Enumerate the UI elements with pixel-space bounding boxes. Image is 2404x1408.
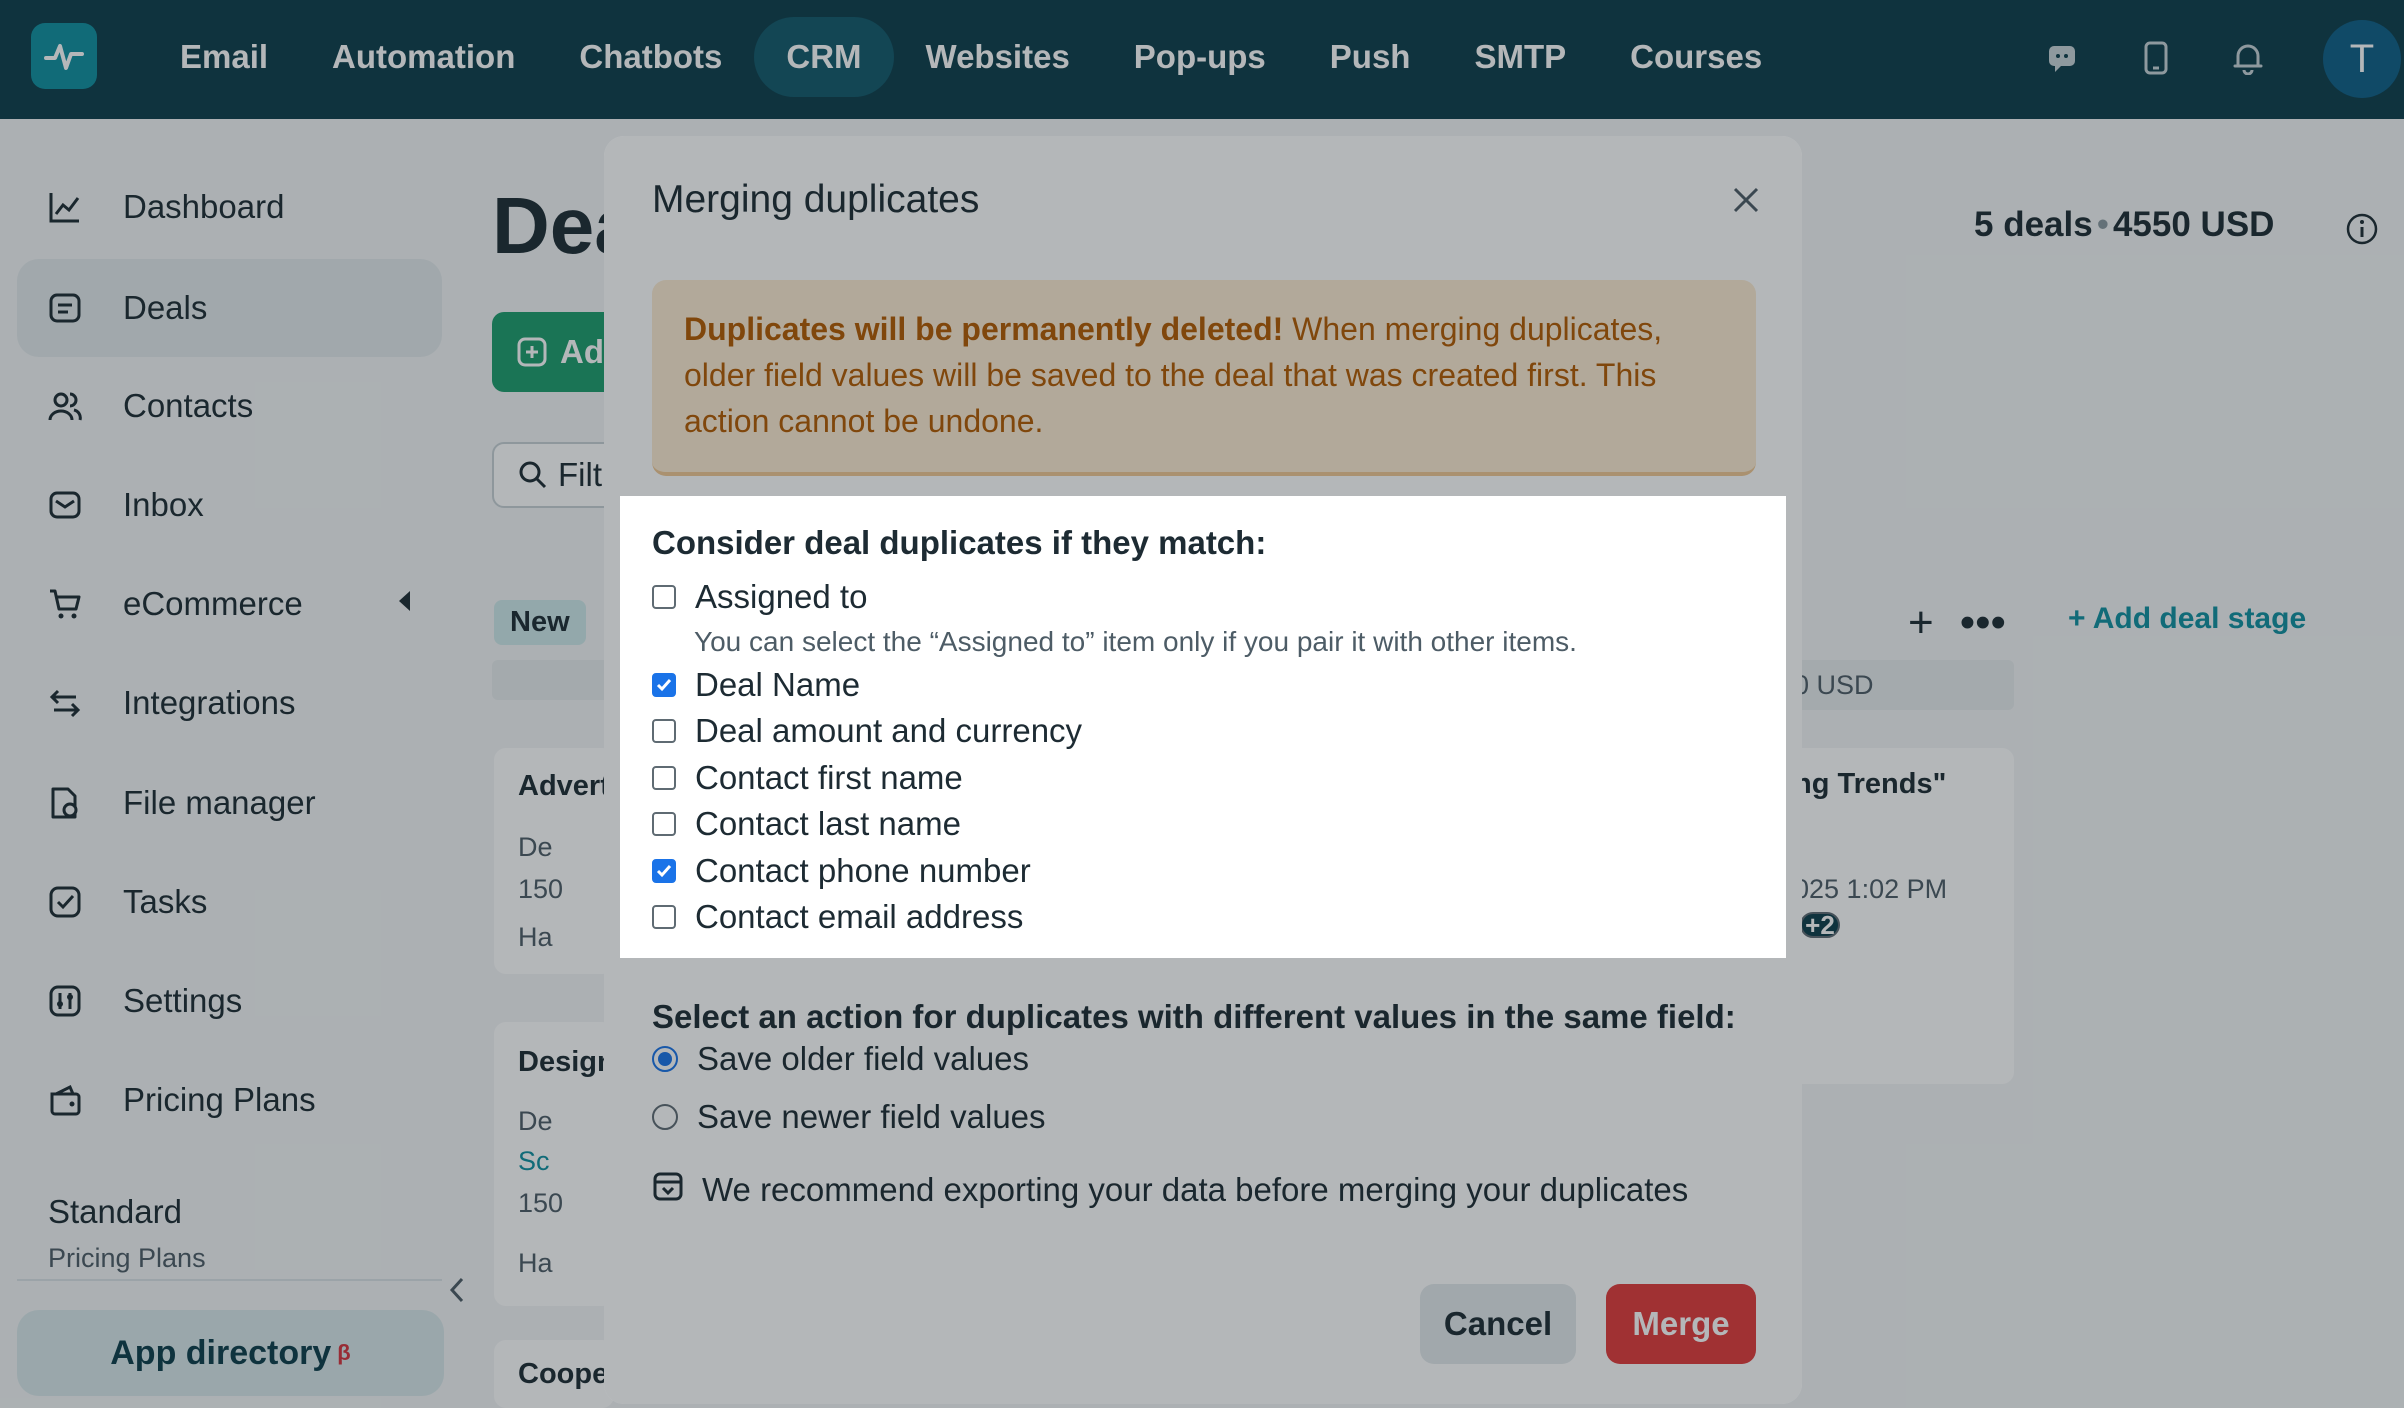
checkbox[interactable]	[652, 673, 676, 697]
option-contact-last-name[interactable]: Contact last name	[652, 805, 961, 843]
archive-icon	[652, 1170, 684, 1210]
option-label: Contact phone number	[695, 852, 1031, 889]
radio-save-older[interactable]: Save older field values	[652, 1040, 1029, 1078]
radio-label: Save older field values	[697, 1040, 1030, 1077]
option-deal-name[interactable]: Deal Name	[652, 666, 860, 704]
checkbox[interactable]	[652, 905, 676, 929]
checkbox[interactable]	[652, 585, 676, 609]
radio-button[interactable]	[652, 1104, 678, 1130]
checkbox[interactable]	[652, 812, 676, 836]
option-deal-amount[interactable]: Deal amount and currency	[652, 712, 1082, 750]
option-contact-first-name[interactable]: Contact first name	[652, 759, 963, 797]
radio-button[interactable]	[652, 1046, 678, 1072]
warning-banner: Duplicates will be permanently deleted! …	[652, 280, 1756, 476]
option-label: Contact first name	[695, 759, 963, 796]
export-note-text: We recommend exporting your data before …	[702, 1171, 1689, 1208]
checkbox[interactable]	[652, 766, 676, 790]
option-label: Deal Name	[695, 666, 861, 703]
option-assigned-to[interactable]: Assigned to	[652, 578, 867, 616]
option-contact-phone[interactable]: Contact phone number	[652, 852, 1031, 890]
option-label: Contact last name	[695, 805, 961, 842]
export-recommendation: We recommend exporting your data before …	[652, 1170, 1688, 1210]
checkbox[interactable]	[652, 859, 676, 883]
radio-save-newer[interactable]: Save newer field values	[652, 1098, 1046, 1136]
dialog-title: Merging duplicates	[652, 178, 980, 221]
merge-duplicates-dialog: Merging duplicates Duplicates will be pe…	[604, 136, 1802, 1404]
cancel-button[interactable]: Cancel	[1420, 1284, 1576, 1364]
merge-button[interactable]: Merge	[1606, 1284, 1756, 1364]
radio-label: Save newer field values	[697, 1098, 1046, 1135]
action-heading: Select an action for duplicates with dif…	[652, 998, 1736, 1035]
option-label: Contact email address	[695, 898, 1024, 935]
match-criteria-panel: Consider deal duplicates if they match: …	[620, 496, 1786, 958]
warning-title: Duplicates will be permanently deleted!	[684, 311, 1284, 347]
option-label: Assigned to	[695, 578, 868, 615]
option-contact-email[interactable]: Contact email address	[652, 898, 1023, 936]
option-label: Deal amount and currency	[695, 712, 1083, 749]
match-heading: Consider deal duplicates if they match:	[652, 524, 1267, 561]
assigned-hint: You can select the “Assigned to” item on…	[694, 626, 1577, 657]
close-icon[interactable]	[1728, 182, 1764, 218]
checkbox[interactable]	[652, 719, 676, 743]
